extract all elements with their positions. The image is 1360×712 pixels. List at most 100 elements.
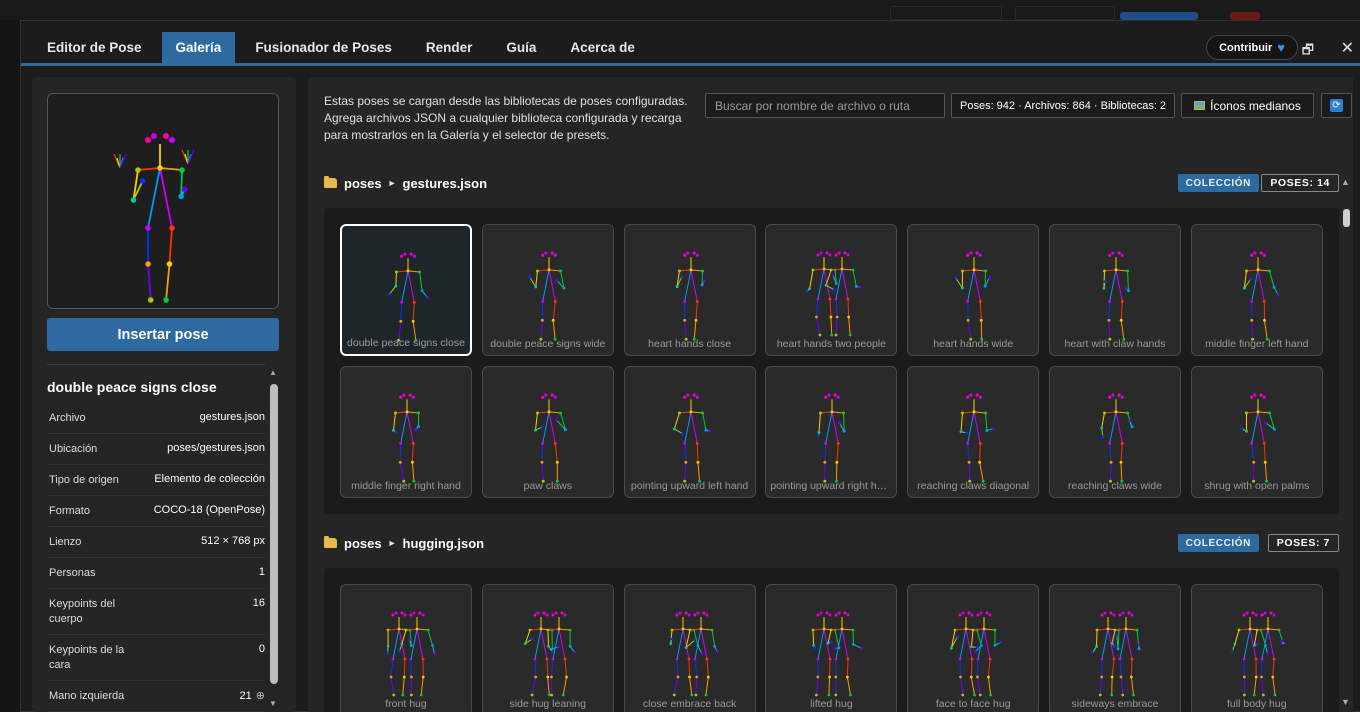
skeleton-limb bbox=[688, 676, 692, 696]
pose-card-label: full body hug bbox=[1227, 698, 1287, 710]
pose-card[interactable]: face to face hug bbox=[907, 584, 1040, 712]
pose-card[interactable]: close embrace back bbox=[623, 584, 756, 712]
tab-gallery[interactable]: Galería bbox=[161, 32, 236, 63]
pose-card[interactable]: middle finger left hand bbox=[1190, 224, 1323, 356]
refresh-button[interactable]: ⟳ bbox=[1321, 93, 1352, 118]
skeleton-joint bbox=[829, 315, 833, 319]
skeleton-limb bbox=[813, 268, 825, 271]
skeleton-head-point bbox=[979, 611, 983, 615]
skeleton-limb bbox=[683, 443, 686, 463]
zoom-icon[interactable]: ⊕ bbox=[256, 689, 265, 702]
pose-card-label: pointing upward right hand bbox=[770, 480, 893, 492]
detail-row: Lienzo 512 × 768 px bbox=[47, 527, 265, 558]
pose-card[interactable]: pointing upward left hand bbox=[623, 366, 756, 498]
pose-thumbnail bbox=[533, 393, 567, 483]
pose-thumbnail bbox=[1091, 611, 1141, 697]
pose-card[interactable]: sideways embrace bbox=[1049, 584, 1181, 712]
section-file: hugging.json bbox=[402, 535, 485, 551]
skeleton-joint bbox=[1102, 286, 1106, 290]
search-input[interactable] bbox=[705, 93, 945, 118]
icon-size-button[interactable]: Íconos medianos bbox=[1181, 93, 1314, 118]
pose-card[interactable]: heart hands wide bbox=[907, 224, 1040, 356]
skeleton-limb bbox=[562, 676, 567, 696]
skeleton-joint bbox=[1252, 693, 1256, 697]
contribute-button[interactable]: Contribuir ♥ bbox=[1206, 35, 1298, 60]
detail-value: 16 bbox=[253, 597, 265, 609]
skeleton-joint bbox=[815, 315, 819, 319]
skeleton-limb bbox=[1109, 462, 1112, 482]
insert-pose-button[interactable]: Insertar pose bbox=[47, 318, 279, 351]
tab-guide[interactable]: Guía bbox=[492, 32, 550, 63]
skeleton-head-point bbox=[819, 251, 823, 255]
scroll-up-icon[interactable]: ▲ bbox=[1341, 177, 1350, 187]
section-root: poses bbox=[344, 175, 382, 191]
restore-window-icon[interactable]: 🗗 bbox=[1302, 41, 1314, 63]
skeleton-head-point bbox=[412, 611, 416, 615]
skeleton-joint bbox=[1137, 643, 1141, 646]
skeleton-head-point bbox=[408, 393, 412, 397]
detail-value: 0 bbox=[259, 643, 265, 655]
icon-size-label: Íconos medianos bbox=[1210, 98, 1301, 113]
scroll-down-icon[interactable]: ▼ bbox=[1341, 697, 1350, 707]
hand-finger bbox=[119, 153, 127, 169]
tab-pose-editor[interactable]: Editor de Pose bbox=[33, 32, 156, 63]
pose-card[interactable]: heart hands two people bbox=[765, 224, 898, 356]
skeleton-limb bbox=[552, 301, 556, 321]
pose-card[interactable]: side hug leaning bbox=[481, 584, 614, 712]
scrollbar-thumb[interactable] bbox=[270, 384, 278, 684]
pose-card[interactable]: shrug with open palms bbox=[1190, 366, 1323, 498]
skeleton-joint bbox=[1118, 657, 1122, 661]
pose-card[interactable]: heart with claw hands bbox=[1049, 224, 1181, 356]
skeleton-joint bbox=[975, 646, 979, 649]
tab-pose-merger[interactable]: Fusionador de Poses bbox=[241, 32, 406, 63]
pose-card[interactable]: reaching claws wide bbox=[1049, 366, 1181, 498]
skeleton-limb bbox=[988, 676, 992, 696]
skeleton-joint bbox=[970, 675, 973, 679]
skeleton-joint bbox=[694, 675, 698, 679]
pose-card[interactable]: front hug bbox=[340, 584, 472, 712]
skeleton-limb bbox=[831, 411, 840, 444]
skeleton-joint bbox=[412, 300, 416, 304]
pose-card[interactable]: middle finger right hand bbox=[340, 366, 472, 498]
tab-render[interactable]: Render bbox=[412, 32, 487, 63]
skeleton-head-point bbox=[542, 611, 546, 615]
skeleton-limb bbox=[828, 676, 831, 696]
details-scrollbar[interactable]: ▲ ▼ bbox=[269, 368, 278, 708]
pose-card[interactable]: paw claws bbox=[481, 366, 614, 498]
skeleton-joint bbox=[1252, 643, 1256, 647]
pose-card[interactable]: heart hands close bbox=[623, 224, 756, 356]
skeleton-joint bbox=[130, 197, 137, 203]
skeleton-head-point bbox=[685, 251, 690, 255]
close-icon[interactable]: ✕ bbox=[1341, 38, 1354, 58]
skeleton-limb bbox=[168, 227, 173, 265]
pose-card[interactable]: full body hug bbox=[1190, 584, 1323, 712]
skeleton-limb bbox=[690, 269, 698, 302]
skeleton-joint bbox=[978, 460, 982, 464]
pose-card[interactable]: double peace signs wide bbox=[481, 224, 614, 356]
scroll-down-icon[interactable]: ▼ bbox=[269, 699, 277, 708]
skeleton-joint bbox=[819, 411, 823, 415]
detail-key: Archivo bbox=[49, 412, 86, 424]
skeleton-head-point bbox=[560, 611, 564, 615]
gallery-scrollbar[interactable]: ▲ ▼ bbox=[1341, 177, 1351, 712]
skeleton-joint bbox=[849, 333, 852, 337]
tab-about[interactable]: Acerca de bbox=[556, 32, 649, 63]
skeleton-limb bbox=[824, 443, 827, 463]
skeleton-head-point bbox=[1249, 395, 1254, 399]
pose-card[interactable]: lifted hug bbox=[765, 584, 898, 712]
pose-card[interactable]: reaching claws diagonal bbox=[907, 366, 1040, 498]
scrollbar-thumb[interactable] bbox=[1343, 209, 1350, 227]
folder-icon bbox=[324, 176, 337, 188]
skeleton-limb bbox=[1114, 628, 1127, 631]
skeleton-joint bbox=[145, 261, 151, 267]
skeleton-joint bbox=[681, 627, 684, 631]
skeleton-joint bbox=[400, 300, 404, 304]
skeleton-limb bbox=[416, 628, 424, 660]
pose-card[interactable]: pointing upward right hand bbox=[765, 366, 898, 498]
skeleton-head-point bbox=[1249, 253, 1254, 257]
pose-card[interactable]: double peace signs close bbox=[340, 224, 472, 356]
scroll-up-icon[interactable]: ▲ bbox=[269, 368, 277, 377]
skeleton-limb bbox=[1101, 412, 1105, 428]
pose-grid: front hug side hug leaning close embrace b… bbox=[324, 568, 1339, 712]
skeleton-joint bbox=[824, 441, 828, 445]
